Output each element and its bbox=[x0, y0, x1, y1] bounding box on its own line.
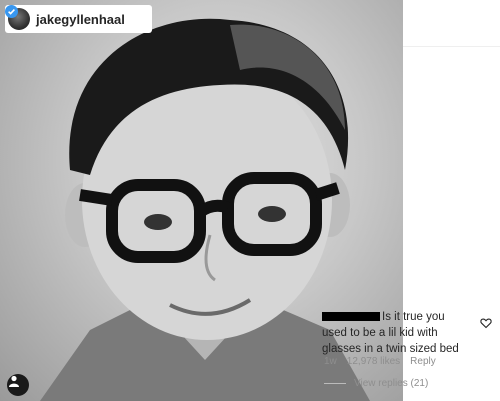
view-replies-label[interactable]: View replies (21) bbox=[354, 378, 428, 389]
verified-badge-icon bbox=[5, 5, 144, 26]
heart-icon[interactable] bbox=[480, 316, 492, 329]
comment-text: Is it true you used to be a lil kid with… bbox=[322, 309, 472, 357]
header-divider bbox=[403, 46, 500, 47]
redacted-username bbox=[322, 312, 380, 321]
post-header[interactable]: jakegyllenhaal bbox=[5, 5, 152, 33]
comment-time: 1w bbox=[324, 356, 337, 367]
reply-button[interactable]: Reply bbox=[410, 356, 436, 367]
comment-likes[interactable]: 12,978 likes bbox=[347, 356, 400, 367]
view-replies-button[interactable]: View replies (21) bbox=[324, 378, 428, 389]
username-link[interactable]: jakegyllenhaal bbox=[36, 12, 125, 27]
replies-divider bbox=[324, 383, 346, 384]
comment-meta: 1w 12,978 likes Reply bbox=[324, 356, 436, 367]
user-tag-icon[interactable] bbox=[7, 374, 29, 396]
